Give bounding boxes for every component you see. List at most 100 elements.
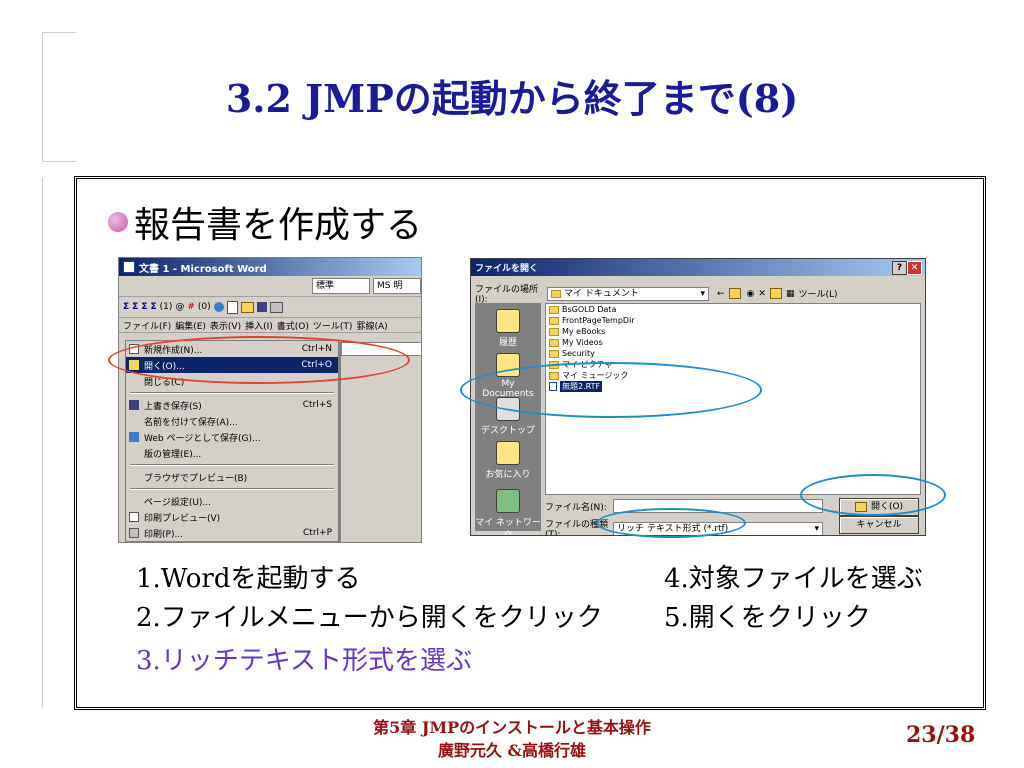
print-preview-icon: [129, 512, 139, 522]
menu-item-page-setup[interactable]: ページ設定(U)...: [126, 493, 338, 509]
list-item[interactable]: FrontPageTempDir: [546, 315, 920, 326]
list-item[interactable]: BsGOLD Data: [546, 304, 920, 315]
location-select[interactable]: マイ ドキュメント ▾: [547, 286, 709, 301]
place-my-documents[interactable]: My Documents: [475, 353, 541, 399]
menu-separator: [130, 392, 334, 394]
filetype-row: ファイルの種類(T): リッチ テキスト形式 (*.rtf) ▾: [545, 517, 823, 535]
web-icon[interactable]: [213, 302, 224, 312]
bullet-text: 報告書を作成する: [134, 205, 423, 246]
file-list: BsGOLD Data FrontPageTempDir My eBooks M…: [545, 303, 921, 495]
menu-format[interactable]: 書式(O): [277, 319, 309, 332]
sum-icon[interactable]: Σ: [150, 302, 156, 312]
menu-item-label: 上書き保存(S): [144, 401, 202, 412]
folder-icon: [551, 289, 561, 298]
up-folder-icon[interactable]: [728, 288, 741, 299]
style-combo[interactable]: 標準: [312, 278, 370, 294]
bullet-row: 報告書を作成する: [108, 196, 422, 248]
place-favorites[interactable]: お気に入り: [475, 441, 541, 480]
location-value: マイ ドキュメント: [564, 288, 639, 299]
menu-tools[interactable]: ツール(T): [313, 319, 353, 332]
close-icon[interactable]: ✕: [907, 261, 922, 275]
menu-edit[interactable]: 編集(E): [175, 319, 206, 332]
word-ruler: [341, 342, 421, 356]
number-icon[interactable]: (1): [160, 302, 173, 312]
list-item[interactable]: My eBooks: [546, 326, 920, 337]
favorites-icon: [496, 441, 520, 465]
page-number: 23/38: [906, 722, 976, 748]
delete-icon[interactable]: ✕: [758, 289, 766, 299]
place-network[interactable]: マイ ネットワーク: [475, 489, 541, 535]
place-label: お気に入り: [485, 470, 531, 480]
file-name: Security: [562, 349, 595, 358]
menu-item-label: 新規作成(N)...: [144, 345, 203, 356]
grid-icon[interactable]: #: [187, 302, 195, 312]
menu-separator: [130, 488, 334, 490]
new-folder-icon[interactable]: [769, 288, 782, 299]
list-item[interactable]: Security: [546, 348, 920, 359]
filetype-select[interactable]: リッチ テキスト形式 (*.rtf) ▾: [613, 521, 823, 535]
list-item[interactable]: マイ ミュージック: [546, 370, 920, 381]
tools-menu[interactable]: ツール(L): [798, 287, 837, 300]
list-item[interactable]: マイ ピクチャ: [546, 359, 920, 370]
menu-item-label: 印刷(P)...: [144, 529, 184, 540]
place-desktop[interactable]: デスクトップ: [475, 397, 541, 436]
menu-item-versions[interactable]: 版の管理(E)...: [126, 445, 338, 461]
menu-table[interactable]: 罫線(A): [356, 319, 387, 332]
save-icon[interactable]: [256, 302, 267, 312]
sum-icon[interactable]: Σ: [141, 302, 147, 312]
menu-item-save-as[interactable]: 名前を付けて保存(A)...: [126, 413, 338, 429]
list-item-selected[interactable]: 無題2.RTF: [546, 381, 920, 392]
menu-item-label: ブラウザでプレビュー(B): [144, 473, 248, 484]
sum-icon[interactable]: Σ: [132, 302, 138, 312]
list-item[interactable]: My Videos: [546, 337, 920, 348]
new-document-icon[interactable]: [226, 300, 238, 314]
menu-item-label: ページ設定(U)...: [144, 497, 212, 508]
web-search-icon[interactable]: ◉: [747, 289, 755, 299]
menu-item-web-preview[interactable]: ブラウザでプレビュー(B): [126, 469, 338, 485]
at-icon[interactable]: @: [175, 302, 184, 312]
place-history[interactable]: 履歴: [475, 309, 541, 348]
web-page-icon: [129, 432, 139, 442]
step-3: 3.リッチテキスト形式を選ぶ: [136, 646, 473, 676]
menu-item-close[interactable]: 閉じる(C): [126, 373, 338, 389]
print-icon[interactable]: [269, 301, 283, 313]
place-label: 履歴: [498, 338, 517, 348]
folder-icon: [549, 305, 559, 314]
save-icon: [129, 400, 139, 410]
views-icon[interactable]: ▦: [786, 289, 795, 299]
filename-row: ファイル名(N):: [545, 499, 823, 513]
folder-icon: [549, 349, 559, 358]
menu-item-open[interactable]: 開く(O)... Ctrl+O: [126, 357, 338, 373]
menu-item-print[interactable]: 印刷(P)... Ctrl+P: [126, 525, 338, 541]
open-button[interactable]: 開く(O): [839, 498, 919, 516]
menu-view[interactable]: 表示(V): [210, 319, 241, 332]
back-icon[interactable]: ←: [717, 289, 729, 299]
menu-file[interactable]: ファイル(F): [123, 319, 171, 332]
menu-item-save[interactable]: 上書き保存(S) Ctrl+S: [126, 397, 338, 413]
file-name: マイ ピクチャ: [562, 360, 613, 369]
open-folder-icon: [854, 501, 867, 512]
file-name: My Videos: [562, 338, 603, 347]
menu-item-label: 版の管理(E)...: [144, 449, 202, 460]
filetype-value: リッチ テキスト形式 (*.rtf): [617, 523, 729, 534]
open-file-dialog: ファイルを開く ? ✕ ファイルの場所(I): マイ ドキュメント ▾ ← ◉ …: [470, 258, 926, 536]
menu-item-label: 閉じる(C): [144, 377, 185, 388]
location-label: ファイルの場所(I):: [475, 285, 539, 305]
slide-title: 3.2 JMPの起動から終了まで(8): [225, 76, 799, 121]
menu-insert[interactable]: 挿入(I): [245, 319, 273, 332]
step-2: 2.ファイルメニューから開くをクリック: [136, 603, 603, 633]
zero-icon[interactable]: (0): [198, 302, 211, 312]
cancel-button[interactable]: キャンセル: [839, 516, 919, 534]
font-combo[interactable]: MS 明: [373, 278, 421, 294]
menu-item-print-preview[interactable]: 印刷プレビュー(V): [126, 509, 338, 525]
menu-item-new[interactable]: 新規作成(N)... Ctrl+N: [126, 341, 338, 357]
open-folder-icon[interactable]: [240, 301, 254, 313]
menu-item-save-web[interactable]: Web ページとして保存(G)...: [126, 429, 338, 445]
help-icon[interactable]: ?: [892, 261, 907, 275]
place-label: デスクトップ: [480, 426, 535, 436]
sum-icon[interactable]: Σ: [123, 302, 129, 312]
frame-line: [42, 178, 43, 708]
location-row: ファイルの場所(I): マイ ドキュメント ▾ ← ◉ ✕ ▦ ツール(L): [475, 282, 838, 305]
frame-line: [42, 161, 76, 162]
filename-input[interactable]: [613, 499, 823, 513]
